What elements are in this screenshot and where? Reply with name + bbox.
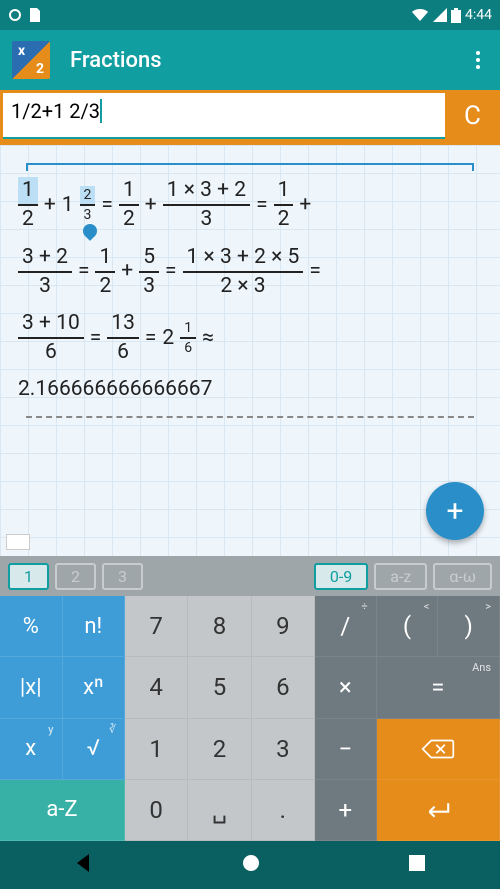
home-icon (240, 852, 262, 874)
android-nav-bar (0, 841, 500, 889)
math-line-3: 3 + 106 = 136 = 2 16 ≈ (18, 310, 482, 367)
back-icon (73, 852, 95, 874)
key-power[interactable]: xⁿ (63, 657, 126, 718)
key-factorial[interactable]: n! (63, 596, 126, 657)
circle-icon (8, 8, 22, 22)
nav-recent[interactable] (407, 853, 427, 877)
clear-button[interactable]: C (445, 90, 500, 142)
plus-icon: + (446, 494, 463, 529)
key-abs[interactable]: |x| (0, 657, 63, 718)
nav-back[interactable] (73, 852, 95, 878)
work-area[interactable]: 12 + 1 23 = 12 + 1 × 3 + 23 = 12 + 3 + 2… (0, 142, 500, 556)
key-subtract[interactable]: − (315, 719, 377, 780)
key-backspace[interactable] (377, 719, 500, 780)
status-bar: 4:44 (0, 0, 500, 30)
selection-bracket-top (26, 163, 474, 171)
expression-text: 1/2+1 2/3 (11, 99, 100, 123)
key-9[interactable]: 9 (252, 596, 315, 657)
signal-icon (433, 8, 447, 22)
key-multiply[interactable]: × (315, 657, 377, 718)
key-0[interactable]: 0 (125, 780, 188, 841)
key-2[interactable]: 2 (188, 719, 251, 780)
mode-toolbar: 1 2 3 0-9 a-z α-ω (0, 556, 500, 596)
key-add[interactable]: + (315, 780, 377, 841)
wifi-icon (411, 8, 429, 22)
mode-alpha[interactable]: a-z (374, 563, 427, 590)
key-equals[interactable]: =Ans (377, 657, 500, 718)
key-divide[interactable]: /÷ (315, 596, 377, 657)
app-title: Fractions (70, 48, 162, 73)
page-tab-1[interactable]: 1 (8, 563, 49, 590)
app-bar: x2 Fractions (0, 30, 500, 90)
key-lparen[interactable]: (< (377, 596, 439, 657)
key-5[interactable]: 5 (188, 657, 251, 718)
page-tab-3[interactable]: 3 (102, 563, 143, 590)
enter-icon (421, 798, 455, 822)
key-space[interactable]: ␣ (188, 780, 251, 841)
sd-card-icon (28, 8, 40, 22)
key-rparen[interactable]: )> (438, 596, 500, 657)
key-7[interactable]: 7 (125, 596, 188, 657)
key-1[interactable]: 1 (125, 719, 188, 780)
key-x[interactable]: xy (0, 719, 63, 780)
selection-bracket-bottom (26, 412, 474, 418)
key-8[interactable]: 8 (188, 596, 251, 657)
key-percent[interactable]: % (0, 596, 63, 657)
key-alpha-toggle[interactable]: a-Z (0, 780, 125, 841)
cursor-handle-icon[interactable] (81, 222, 101, 242)
recent-icon (407, 853, 427, 873)
key-3[interactable]: 3 (252, 719, 315, 780)
decimal-result: 2.166666666666667 (18, 377, 212, 402)
key-dot[interactable]: . (252, 780, 315, 841)
mode-numeric[interactable]: 0-9 (314, 563, 368, 590)
math-line-2: 3 + 23 = 12 + 53 = 1 × 3 + 2 × 52 × 3 = (18, 244, 482, 301)
key-6[interactable]: 6 (252, 657, 315, 718)
input-row: 1/2+1 2/3 C (0, 90, 500, 142)
math-line-4: 2.166666666666667 (18, 377, 482, 402)
key-4[interactable]: 4 (125, 657, 188, 718)
key-sqrt[interactable]: √∛ (63, 719, 126, 780)
math-line-1: 12 + 1 23 = 12 + 1 × 3 + 23 = 12 + (18, 177, 482, 234)
page-tab-2[interactable]: 2 (55, 563, 96, 590)
corner-tab[interactable] (6, 534, 30, 550)
battery-icon (451, 8, 461, 23)
status-time: 4:44 (465, 7, 492, 23)
app-icon: x2 (12, 41, 50, 79)
keypad: % n! |x| xⁿ xy √∛ a-Z 7 8 9 4 5 6 1 2 3 … (0, 596, 500, 841)
nav-home[interactable] (240, 852, 262, 878)
key-enter[interactable] (377, 780, 500, 841)
mode-greek[interactable]: α-ω (433, 563, 492, 590)
expression-input[interactable]: 1/2+1 2/3 (3, 93, 445, 139)
backspace-icon (421, 737, 455, 761)
overflow-menu-icon[interactable] (468, 43, 488, 77)
add-fab[interactable]: + (426, 482, 484, 540)
